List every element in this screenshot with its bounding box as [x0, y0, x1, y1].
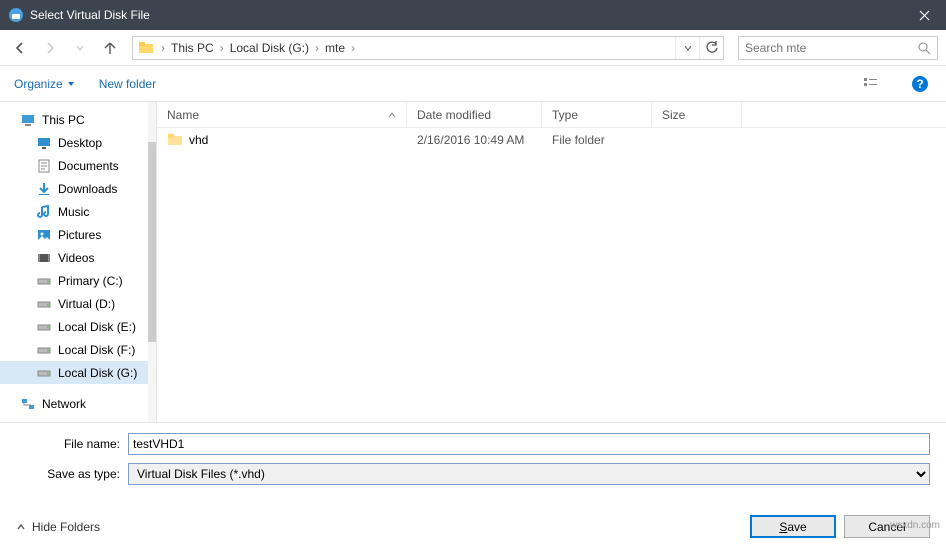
file-list-header: Name Date modified Type Size: [157, 102, 946, 128]
refresh-button[interactable]: [699, 37, 723, 59]
down-icon: [36, 181, 52, 197]
drive-icon: [36, 319, 52, 335]
tree-item-pictures[interactable]: Pictures: [0, 223, 156, 246]
video-icon: [36, 250, 52, 266]
breadcrumb[interactable]: › This PC › Local Disk (G:) › mte ›: [132, 36, 724, 60]
organize-button[interactable]: Organize: [14, 77, 75, 91]
app-icon: [8, 7, 24, 23]
tree-item-music[interactable]: Music: [0, 200, 156, 223]
search-box[interactable]: [738, 36, 938, 60]
file-row[interactable]: vhd2/16/2016 10:49 AMFile folder: [157, 128, 946, 152]
docs-icon: [36, 158, 52, 174]
tree-item-local-disk-g-[interactable]: Local Disk (G:): [0, 361, 156, 384]
folder-icon: [167, 131, 183, 150]
window-title: Select Virtual Disk File: [30, 8, 902, 22]
back-button[interactable]: [8, 36, 32, 60]
tree-item-virtual-d-[interactable]: Virtual (D:): [0, 292, 156, 315]
main-area: This PCDesktopDocumentsDownloadsMusicPic…: [0, 102, 946, 422]
chevron-right-icon[interactable]: ›: [349, 41, 357, 55]
address-dropdown[interactable]: [675, 37, 699, 59]
bottom-panel: File name: Save as type: Virtual Disk Fi…: [0, 422, 946, 497]
column-size[interactable]: Size: [652, 102, 742, 127]
toolbar: Organize New folder ?: [0, 66, 946, 102]
music-icon: [36, 204, 52, 220]
column-name[interactable]: Name: [157, 102, 407, 127]
pc-icon: [20, 112, 36, 128]
drive-icon: [36, 365, 52, 381]
hide-folders-button[interactable]: Hide Folders: [16, 520, 100, 534]
nav-bar: › This PC › Local Disk (G:) › mte ›: [0, 30, 946, 66]
net-icon: [20, 396, 36, 412]
sort-asc-icon: [388, 111, 396, 119]
nav-tree[interactable]: This PCDesktopDocumentsDownloadsMusicPic…: [0, 102, 157, 422]
view-options-button[interactable]: [860, 72, 884, 96]
tree-item-primary-c-[interactable]: Primary (C:): [0, 269, 156, 292]
chevron-right-icon[interactable]: ›: [159, 41, 167, 55]
chevron-right-icon[interactable]: ›: [218, 41, 226, 55]
watermark: wsxdn.com: [890, 520, 940, 531]
scrollbar-thumb[interactable]: [148, 142, 156, 342]
chevron-right-icon[interactable]: ›: [313, 41, 321, 55]
desktop-icon: [36, 135, 52, 151]
tree-item-network[interactable]: Network: [0, 392, 156, 415]
tree-item-local-disk-f-[interactable]: Local Disk (F:): [0, 338, 156, 361]
help-button[interactable]: ?: [908, 72, 932, 96]
file-list: Name Date modified Type Size vhd2/16/201…: [157, 102, 946, 422]
tree-item-downloads[interactable]: Downloads: [0, 177, 156, 200]
tree-item-desktop[interactable]: Desktop: [0, 131, 156, 154]
title-bar: Select Virtual Disk File: [0, 0, 946, 30]
column-date[interactable]: Date modified: [407, 102, 542, 127]
folder-icon: [137, 39, 155, 57]
search-input[interactable]: [745, 41, 917, 55]
new-folder-button[interactable]: New folder: [99, 77, 156, 91]
close-button[interactable]: [902, 0, 946, 30]
saveastype-label: Save as type:: [16, 467, 128, 481]
up-button[interactable]: [98, 36, 122, 60]
saveastype-select[interactable]: Virtual Disk Files (*.vhd): [128, 463, 930, 485]
action-bar: Hide Folders Save Cancel: [0, 497, 946, 550]
drive-icon: [36, 342, 52, 358]
filename-input[interactable]: [128, 433, 930, 455]
pics-icon: [36, 227, 52, 243]
drive-icon: [36, 296, 52, 312]
search-icon[interactable]: [917, 41, 931, 55]
breadcrumb-this-pc[interactable]: This PC: [167, 41, 218, 55]
chevron-up-icon: [16, 522, 26, 532]
tree-item-documents[interactable]: Documents: [0, 154, 156, 177]
svg-text:?: ?: [916, 77, 923, 91]
drive-icon: [36, 273, 52, 289]
recent-dropdown[interactable]: [68, 36, 92, 60]
column-type[interactable]: Type: [542, 102, 652, 127]
filename-label: File name:: [16, 437, 128, 451]
forward-button[interactable]: [38, 36, 62, 60]
tree-item-local-disk-e-[interactable]: Local Disk (E:): [0, 315, 156, 338]
breadcrumb-drive[interactable]: Local Disk (G:): [226, 41, 313, 55]
breadcrumb-folder[interactable]: mte: [321, 41, 349, 55]
save-button[interactable]: Save: [750, 515, 836, 538]
tree-item-videos[interactable]: Videos: [0, 246, 156, 269]
tree-item-this-pc[interactable]: This PC: [0, 108, 156, 131]
